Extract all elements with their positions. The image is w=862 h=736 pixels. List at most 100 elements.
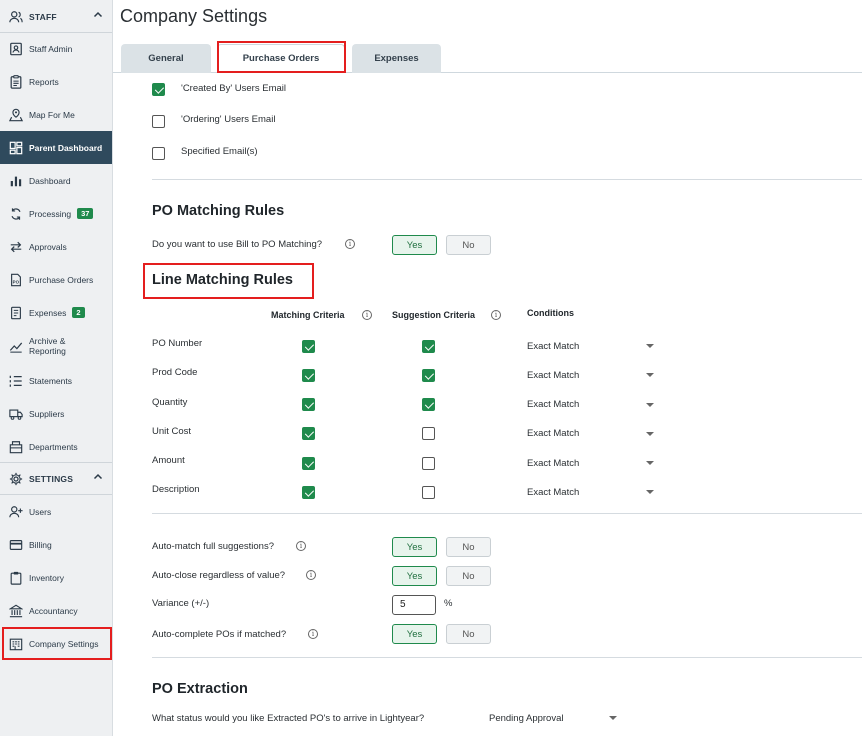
info-icon[interactable]: i — [345, 239, 355, 249]
po-extraction-status-select[interactable]: Pending Approval — [489, 713, 563, 724]
sidebar-section-settings[interactable]: SETTINGS — [0, 462, 112, 495]
sidebar-item-inventory[interactable]: Inventory — [0, 561, 112, 594]
sidebar-item-parent-dashboard[interactable]: Parent Dashboard — [0, 131, 112, 164]
specified-email-label: Specified Email(s) — [181, 146, 258, 157]
suggestion-criteria-checkbox[interactable] — [422, 486, 435, 499]
ordering-email-label: 'Ordering' Users Email — [181, 114, 276, 125]
sidebar-section-label: SETTINGS — [29, 473, 74, 484]
sidebar-item-label: Users — [29, 506, 52, 517]
sidebar-item-purchase-orders[interactable]: PO Purchase Orders — [0, 263, 112, 296]
sidebar-item-processing[interactable]: Processing 37 — [0, 197, 112, 230]
matching-criteria-checkbox[interactable] — [302, 340, 315, 353]
auto-close-yes-button[interactable]: Yes — [392, 566, 437, 586]
sidebar-section-staff[interactable]: STAFF — [0, 0, 112, 33]
sidebar-item-archive-reporting[interactable]: Archive & Reporting — [0, 329, 112, 362]
sidebar-section-label: STAFF — [29, 11, 57, 22]
chevron-down-icon — [646, 373, 654, 377]
tab-expenses[interactable]: Expenses — [352, 44, 441, 73]
trend-chart-icon — [9, 339, 23, 353]
condition-select[interactable]: Exact Match — [527, 487, 579, 498]
sidebar-item-suppliers[interactable]: Suppliers — [0, 397, 112, 430]
sidebar-item-dashboard[interactable]: Dashboard — [0, 164, 112, 197]
sidebar-item-label: Processing — [29, 208, 72, 219]
po-extraction-question: What status would you like Extracted PO'… — [152, 713, 425, 724]
bank-icon — [9, 604, 23, 618]
report-icon — [9, 74, 23, 89]
sidebar-item-label-line2: Reporting — [29, 345, 66, 356]
highlight-box — [217, 41, 346, 73]
created-by-email-checkbox[interactable] — [152, 83, 165, 96]
sidebar-item-statements[interactable]: Statements — [0, 364, 112, 397]
sidebar-item-map-for-me[interactable]: Map For Me — [0, 98, 112, 131]
line-rule-label: Prod Code — [152, 367, 198, 378]
specified-email-checkbox[interactable] — [152, 147, 165, 160]
sidebar-item-departments[interactable]: Departments — [0, 430, 112, 463]
count-badge: 2 — [72, 307, 85, 318]
chevron-up-icon — [93, 10, 103, 22]
suggestion-criteria-checkbox[interactable] — [422, 457, 435, 470]
sidebar-item-expenses[interactable]: Expenses 2 — [0, 296, 112, 329]
sidebar-item-label: Map For Me — [29, 109, 75, 120]
page-title: Company Settings — [120, 6, 268, 26]
condition-select[interactable]: Exact Match — [527, 341, 579, 352]
condition-select[interactable]: Exact Match — [527, 458, 579, 469]
condition-select[interactable]: Exact Match — [527, 370, 579, 381]
info-icon[interactable]: i — [308, 629, 318, 639]
auto-close-label: Auto-close regardless of value? — [152, 570, 286, 581]
matching-criteria-checkbox[interactable] — [302, 486, 315, 499]
auto-match-no-button[interactable]: No — [446, 537, 491, 557]
auto-close-no-button[interactable]: No — [446, 566, 491, 586]
highlight-box — [143, 263, 314, 299]
variance-input[interactable]: 5 — [392, 595, 436, 615]
po-extraction-heading: PO Extraction — [152, 681, 248, 697]
suggestion-criteria-checkbox[interactable] — [422, 427, 435, 440]
info-icon[interactable]: i — [362, 310, 372, 320]
sidebar-item-accountancy[interactable]: Accountancy — [0, 594, 112, 627]
sidebar-item-staff-admin[interactable]: Staff Admin — [0, 32, 112, 65]
condition-select[interactable]: Exact Match — [527, 428, 579, 439]
gear-icon — [9, 472, 23, 486]
matching-criteria-checkbox[interactable] — [302, 369, 315, 382]
conditions-header: Conditions — [527, 308, 574, 318]
sidebar-item-label: Suppliers — [29, 408, 65, 419]
section-divider — [152, 657, 862, 658]
auto-complete-no-button[interactable]: No — [446, 624, 491, 644]
matching-criteria-header: Matching Criteria — [271, 310, 345, 320]
sidebar-item-reports[interactable]: Reports — [0, 65, 112, 98]
count-badge: 37 — [77, 208, 94, 219]
chevron-down-icon — [646, 432, 654, 436]
sidebar-item-approvals[interactable]: Approvals — [0, 230, 112, 263]
matching-criteria-checkbox[interactable] — [302, 457, 315, 470]
suggestion-criteria-checkbox[interactable] — [422, 369, 435, 382]
auto-complete-yes-button[interactable]: Yes — [392, 624, 437, 644]
auto-match-label: Auto-match full suggestions? — [152, 541, 274, 552]
tab-general[interactable]: General — [121, 44, 211, 73]
line-rule-label: Unit Cost — [152, 426, 192, 437]
section-divider — [152, 513, 862, 514]
auto-match-yes-button[interactable]: Yes — [392, 537, 437, 557]
sidebar-item-label: Departments — [29, 441, 78, 452]
bill-to-po-yes-button[interactable]: Yes — [392, 235, 437, 255]
bill-to-po-no-button[interactable]: No — [446, 235, 491, 255]
section-divider — [152, 179, 862, 180]
sidebar-item-users[interactable]: Users — [0, 495, 112, 528]
clipboard-icon — [9, 571, 23, 585]
info-icon[interactable]: i — [296, 541, 306, 551]
sidebar: STAFF Staff Admin Reports Map For Me Par… — [0, 0, 113, 736]
chevron-down-icon — [646, 403, 654, 407]
info-icon[interactable]: i — [491, 310, 501, 320]
suggestion-criteria-checkbox[interactable] — [422, 340, 435, 353]
matching-criteria-checkbox[interactable] — [302, 398, 315, 411]
sidebar-item-label: Purchase Orders — [29, 274, 94, 285]
ordering-email-checkbox[interactable] — [152, 115, 165, 128]
highlight-box — [2, 627, 112, 660]
info-icon[interactable]: i — [306, 570, 316, 580]
truck-icon — [9, 407, 23, 421]
matching-criteria-checkbox[interactable] — [302, 427, 315, 440]
suggestion-criteria-header: Suggestion Criteria — [392, 310, 476, 320]
suggestion-criteria-checkbox[interactable] — [422, 398, 435, 411]
condition-select[interactable]: Exact Match — [527, 399, 579, 410]
sidebar-item-label: Inventory — [29, 572, 64, 583]
sidebar-item-label: Parent Dashboard — [29, 142, 103, 153]
sidebar-item-billing[interactable]: Billing — [0, 528, 112, 561]
